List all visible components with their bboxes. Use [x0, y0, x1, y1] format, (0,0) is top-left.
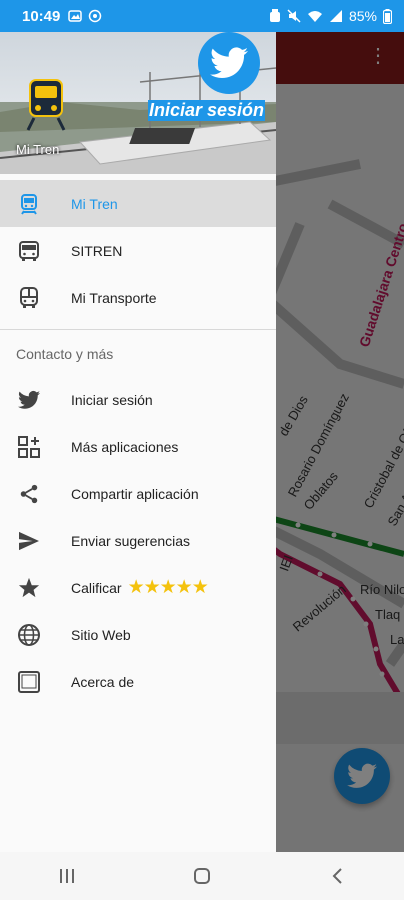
drawer-item-calificar[interactable]: Calificar ★★★★★	[0, 564, 276, 611]
back-button[interactable]	[317, 861, 357, 891]
drawer-item-mi-transporte[interactable]: Mi Transporte	[0, 274, 276, 321]
home-icon	[193, 868, 210, 884]
drawer-item-label: Más aplicaciones	[71, 438, 179, 455]
drawer-item-mi-tren[interactable]: Mi Tren	[0, 180, 276, 227]
drawer-divider	[0, 329, 276, 330]
drawer-item-enviar-sugerencias[interactable]: Enviar sugerencias	[0, 517, 276, 564]
app-logo-train-icon	[26, 79, 66, 131]
system-nav-bar	[0, 852, 404, 900]
globe-icon	[16, 622, 42, 648]
mute-icon	[287, 9, 301, 23]
calificar-label: Calificar	[71, 580, 122, 596]
train-icon	[16, 191, 42, 217]
status-bar: 10:49 85%	[0, 0, 404, 32]
wifi-icon	[307, 11, 322, 22]
drawer-header: Iniciar sesión Mi Tren	[0, 32, 276, 174]
header-twitter-badge[interactable]	[198, 32, 260, 94]
twitter-icon	[16, 387, 42, 413]
drawer-item-compartir[interactable]: Compartir aplicación	[0, 470, 276, 517]
bus-front-icon	[16, 285, 42, 311]
rating-stars: ★★★★★	[127, 577, 209, 598]
alarm-icon	[269, 9, 280, 22]
drawer-item-label: Mi Tren	[71, 195, 118, 212]
bus-icon	[16, 238, 42, 264]
battery-icon	[383, 8, 392, 24]
apps-grid-icon	[16, 434, 42, 460]
tablet-icon	[16, 669, 42, 695]
drawer-item-sitio-web[interactable]: Sitio Web	[0, 611, 276, 658]
drawer-item-mas-aplicaciones[interactable]: Más aplicaciones	[0, 423, 276, 470]
back-icon	[332, 868, 342, 884]
drawer-item-label: SITREN	[71, 242, 123, 259]
drawer-item-label: Mi Transporte	[71, 289, 157, 306]
drawer-item-label: Iniciar sesión	[71, 391, 153, 408]
battery-percent: 85%	[348, 8, 377, 24]
home-button[interactable]	[182, 861, 222, 891]
drawer-item-label: Sitio Web	[71, 626, 131, 643]
star-icon	[16, 575, 42, 601]
drawer-item-label: Enviar sugerencias	[71, 532, 191, 549]
signal-icon	[329, 10, 342, 22]
drawer-item-label: Compartir aplicación	[71, 485, 199, 502]
whatsapp-notification-icon	[89, 9, 102, 23]
image-notification-icon	[68, 10, 83, 22]
share-icon	[16, 481, 42, 507]
drawer-item-label: Acerca de	[71, 673, 135, 690]
recents-icon	[60, 869, 75, 883]
drawer-item-acerca-de[interactable]: Acerca de	[0, 658, 276, 705]
send-icon	[16, 528, 42, 554]
status-time: 10:49	[22, 7, 61, 25]
phone-screen: 10:49 85% ⋮	[0, 0, 404, 900]
drawer-item-iniciar-sesion[interactable]: Iniciar sesión	[0, 376, 276, 423]
recents-button[interactable]	[47, 861, 87, 891]
drawer-item-label: Calificar ★★★★★	[71, 576, 209, 599]
drawer-item-sitren[interactable]: SITREN	[0, 227, 276, 274]
navigation-drawer: Iniciar sesión Mi Tren Mi Tren SITREN Mi…	[0, 32, 276, 852]
header-app-name: Mi Tren	[16, 142, 60, 157]
header-login-link[interactable]: Iniciar sesión	[148, 100, 266, 121]
twitter-icon	[210, 47, 248, 79]
section-title-contacto: Contacto y más	[16, 346, 114, 362]
